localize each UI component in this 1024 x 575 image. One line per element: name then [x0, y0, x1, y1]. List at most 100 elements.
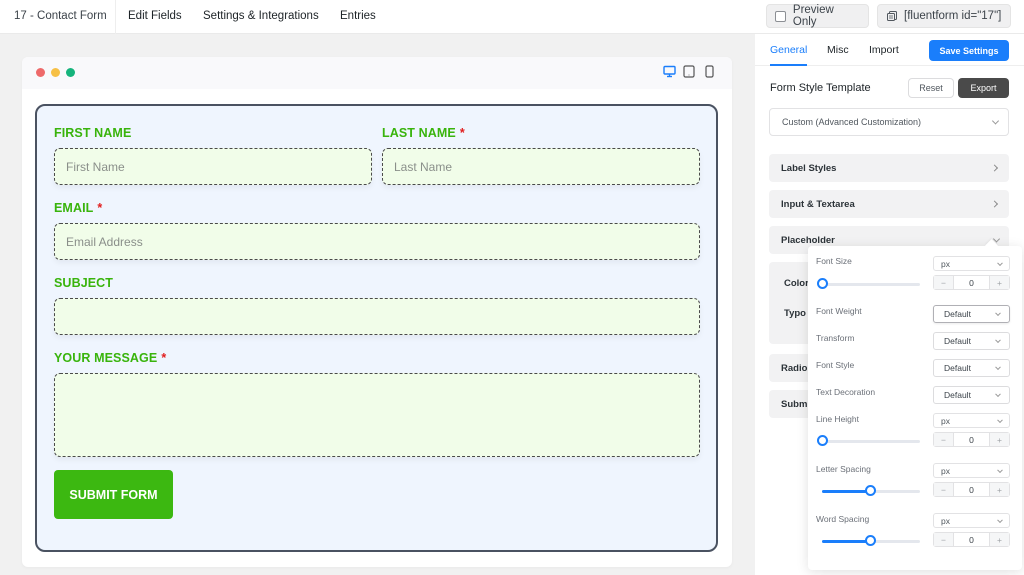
- reset-button[interactable]: Reset: [908, 78, 954, 98]
- last-name-label: LAST NAME *: [382, 126, 465, 140]
- font-style-select[interactable]: Default: [933, 359, 1010, 377]
- transform-select[interactable]: Default: [933, 332, 1010, 350]
- email-placeholder: Email Address: [66, 234, 143, 249]
- chevron-down-icon: [991, 117, 1000, 125]
- window-dot-yellow: [51, 68, 60, 77]
- font-weight-label: Font Weight: [816, 306, 862, 316]
- top-bar: 17 - Contact Form Edit Fields Settings &…: [0, 0, 1024, 34]
- settings-tabs: General Misc Import Save Settings: [755, 34, 1024, 66]
- chevron-down-icon: [995, 310, 1001, 317]
- form-preview: FIRST NAME First Name LAST NAME * Last Na…: [22, 57, 732, 567]
- contact-form: FIRST NAME First Name LAST NAME * Last Na…: [35, 104, 718, 552]
- text-decoration-select[interactable]: Default: [933, 386, 1010, 404]
- word-spacing-stepper[interactable]: −0 +: [933, 532, 1010, 547]
- tablet-icon[interactable]: [683, 65, 695, 78]
- template-select[interactable]: Custom (Advanced Customization): [769, 108, 1009, 136]
- slider-thumb[interactable]: [817, 435, 828, 446]
- letter-spacing-label: Letter Spacing: [816, 464, 871, 474]
- tab-general[interactable]: General: [770, 34, 808, 66]
- required-mark: *: [97, 201, 103, 215]
- decrement-button[interactable]: −: [934, 276, 953, 289]
- desktop-icon[interactable]: [663, 65, 676, 78]
- template-select-value: Custom (Advanced Customization): [782, 117, 922, 127]
- nav-edit-fields[interactable]: Edit Fields: [128, 0, 182, 34]
- placeholder-color-label[interactable]: Color: [784, 278, 809, 289]
- first-name-label: FIRST NAME: [54, 126, 132, 140]
- increment-button[interactable]: +: [990, 276, 1009, 289]
- message-textarea[interactable]: [54, 373, 700, 457]
- copy-icon: [887, 11, 897, 21]
- word-spacing-slider[interactable]: [822, 534, 920, 548]
- word-spacing-label: Word Spacing: [816, 514, 870, 524]
- letter-spacing-unit-select[interactable]: px: [933, 463, 1010, 478]
- preview-header: [22, 57, 732, 89]
- chevron-down-icon: [997, 466, 1003, 473]
- required-mark: *: [161, 351, 167, 365]
- line-height-unit-select[interactable]: px: [933, 413, 1010, 428]
- tab-import[interactable]: Import: [869, 34, 899, 66]
- section-input-textarea[interactable]: Input & Textarea: [769, 190, 1009, 218]
- chevron-right-icon: [990, 164, 999, 172]
- submit-form-button[interactable]: SUBMIT FORM: [54, 470, 173, 519]
- message-label: YOUR MESSAGE *: [54, 351, 167, 365]
- increment-button[interactable]: +: [990, 533, 1009, 546]
- required-mark: *: [459, 126, 465, 140]
- font-size-label: Font Size: [816, 256, 852, 266]
- slider-thumb[interactable]: [817, 278, 828, 289]
- preview-only-checkbox[interactable]: [775, 10, 786, 22]
- letter-spacing-value[interactable]: 0: [953, 483, 990, 496]
- decrement-button[interactable]: −: [934, 533, 953, 546]
- last-name-placeholder: Last Name: [394, 159, 453, 174]
- line-height-label: Line Height: [816, 414, 860, 424]
- tab-misc[interactable]: Misc: [827, 34, 849, 66]
- placeholder-typography-label[interactable]: Typo: [784, 308, 806, 319]
- section-label-styles[interactable]: Label Styles: [769, 154, 1009, 182]
- save-settings-button[interactable]: Save Settings: [929, 40, 1009, 61]
- email-input[interactable]: Email Address: [54, 223, 700, 260]
- font-size-value[interactable]: 0: [953, 276, 990, 289]
- subject-input[interactable]: [54, 298, 700, 335]
- font-size-stepper[interactable]: −0 +: [933, 275, 1010, 290]
- increment-button[interactable]: +: [990, 433, 1009, 446]
- export-button[interactable]: Export: [958, 78, 1009, 98]
- decrement-button[interactable]: −: [934, 483, 953, 496]
- chevron-down-icon: [997, 416, 1003, 423]
- chevron-down-icon: [995, 337, 1001, 344]
- slider-thumb[interactable]: [865, 535, 876, 546]
- font-weight-select[interactable]: Default: [933, 305, 1010, 323]
- chevron-right-icon: [990, 200, 999, 208]
- shortcode-label: [fluentform id="17"]: [904, 10, 1002, 22]
- typography-popover: Font Size px −0 + Font Weight Default Tra…: [808, 246, 1022, 570]
- chevron-down-icon: [995, 391, 1001, 398]
- nav-entries[interactable]: Entries: [340, 0, 376, 34]
- line-height-value[interactable]: 0: [953, 433, 990, 446]
- email-label: EMAIL *: [54, 201, 103, 215]
- word-spacing-unit-select[interactable]: px: [933, 513, 1010, 528]
- font-style-label: Font Style: [816, 360, 855, 370]
- increment-button[interactable]: +: [990, 483, 1009, 496]
- form-title: 17 - Contact Form: [0, 0, 116, 34]
- preview-only-label: Preview Only: [792, 4, 834, 28]
- subject-label: SUBJECT: [54, 276, 114, 290]
- mobile-icon[interactable]: [705, 65, 714, 78]
- window-dot-green: [66, 68, 75, 77]
- letter-spacing-stepper[interactable]: −0 +: [933, 482, 1010, 497]
- nav-settings-integrations[interactable]: Settings & Integrations: [203, 0, 319, 34]
- word-spacing-value[interactable]: 0: [953, 533, 990, 546]
- last-name-input[interactable]: Last Name: [382, 148, 700, 185]
- decrement-button[interactable]: −: [934, 433, 953, 446]
- first-name-input[interactable]: First Name: [54, 148, 372, 185]
- line-height-stepper[interactable]: −0 +: [933, 432, 1010, 447]
- window-dot-red: [36, 68, 45, 77]
- preview-only-toggle[interactable]: Preview Only: [766, 4, 869, 28]
- form-style-template-label: Form Style Template: [770, 82, 871, 94]
- font-size-slider[interactable]: [817, 277, 920, 291]
- slider-thumb[interactable]: [865, 485, 876, 496]
- text-decoration-label: Text Decoration: [816, 387, 876, 397]
- shortcode-copy-button[interactable]: [fluentform id="17"]: [877, 4, 1011, 28]
- font-size-unit-select[interactable]: px: [933, 256, 1010, 271]
- first-name-placeholder: First Name: [66, 159, 125, 174]
- line-height-slider[interactable]: [817, 434, 920, 448]
- letter-spacing-slider[interactable]: [822, 484, 920, 498]
- chevron-down-icon: [997, 516, 1003, 523]
